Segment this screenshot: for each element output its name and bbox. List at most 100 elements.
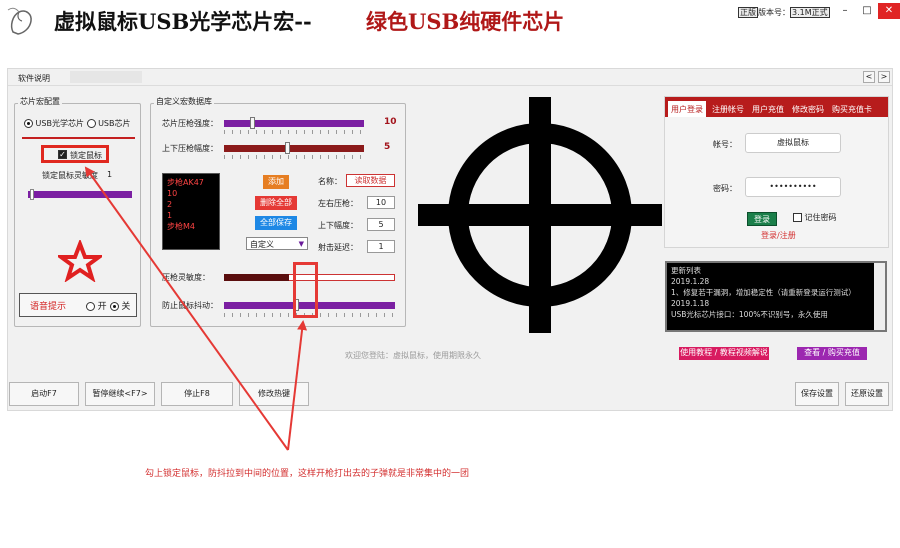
radio-usb-optical-label: USB光学芯片 — [35, 119, 84, 128]
voice-on-radio[interactable] — [85, 302, 95, 311]
voice-off-radio[interactable] — [109, 302, 119, 311]
ud-range-field[interactable]: 5 — [367, 218, 395, 231]
password-label: 密码： — [713, 184, 737, 193]
tab-register[interactable]: 注册帐号 — [709, 101, 747, 117]
login-register-link[interactable]: 登录/注册 — [761, 230, 796, 241]
login-button[interactable]: 登录 — [747, 212, 777, 226]
update-line: 2019.1.18 — [671, 299, 710, 308]
stop-button[interactable]: 停止F8 — [161, 382, 233, 406]
tab-blank[interactable] — [70, 71, 142, 83]
lr-recoil-label: 左右压枪： — [318, 199, 358, 208]
restore-settings-button[interactable]: 还原设置 — [845, 382, 889, 406]
update-list[interactable]: 更新列表 2019.1.28 1、修复若干漏洞，增加稳定性（请重新登录运行测试）… — [665, 261, 887, 332]
tab-login[interactable]: 用户登录 — [667, 100, 707, 117]
fire-delay-label: 射击延迟： — [318, 243, 358, 252]
app-title-accent: 绿色USB纯硬件芯片 — [366, 9, 565, 34]
macro-list[interactable]: 步枪AK47 10 2 1 步枪M4 — [162, 173, 220, 250]
remember-password: 记住密码 — [793, 212, 837, 223]
tab-nav: < > — [863, 71, 890, 83]
list-item[interactable]: 步枪M4 — [167, 221, 215, 232]
pause-resume-button[interactable]: 暂停继续<F7> — [85, 382, 155, 406]
recoil-strength-value: 10 — [384, 117, 397, 127]
save-settings-button[interactable]: 保存设置 — [795, 382, 839, 406]
star-icon — [58, 240, 102, 282]
license-badge: 正版 — [738, 7, 758, 18]
remember-password-label: 记住密码 — [804, 213, 837, 222]
save-all-button[interactable]: 全部保存 — [255, 216, 297, 230]
chip-config-title: 芯片宏配置 — [18, 96, 62, 107]
list-item[interactable]: 步枪AK47 — [167, 177, 215, 188]
recoil-strength-label: 芯片压枪强度： — [162, 119, 218, 128]
chevron-down-icon: ▼ — [298, 240, 304, 248]
start-button[interactable]: 启动F7 — [9, 382, 79, 406]
tab-recharge[interactable]: 用户充值 — [749, 101, 787, 117]
fire-delay-field[interactable]: 1 — [367, 240, 395, 253]
welcome-text: 欢迎您登陆：虚拟鼠标，使用期限永久 — [345, 351, 481, 360]
divider — [22, 137, 135, 139]
version-info: 正版 版本号： 3.1M正式 — [738, 7, 830, 18]
recoil-strength-track[interactable] — [224, 120, 364, 127]
macro-database-title: 自定义宏数据库 — [154, 96, 214, 107]
minimize-button[interactable]: – — [834, 3, 856, 19]
tutorial-button[interactable]: 使用教程 / 教程视频解说 — [679, 347, 769, 360]
updown-range-track[interactable] — [224, 145, 364, 152]
password-field[interactable]: •••••••••• — [745, 177, 841, 197]
add-macro-button[interactable]: 添加 — [263, 175, 289, 189]
name-label: 名称： — [318, 177, 342, 186]
voice-prompt-box: 语音提示 开 关 — [19, 293, 137, 317]
delete-all-button[interactable]: 删除全部 — [255, 196, 297, 210]
chip-type-radios: USB光学芯片 USB芯片 — [24, 118, 130, 129]
anti-shake-label: 防止鼠标抖动： — [162, 301, 218, 310]
tab-buy-card[interactable]: 购买充值卡 — [829, 101, 875, 117]
account-label: 帐号： — [713, 140, 737, 149]
annotation-text: 勾上锁定鼠标，防抖拉到中间的位置，这样开枪打出去的子弹就是非常集中的一团 — [145, 469, 470, 479]
recoil-sensitivity-label: 压枪灵敏度： — [162, 273, 210, 282]
lock-mouse-checkbox[interactable]: ✓ — [58, 150, 67, 159]
version-value: 3.1M正式 — [790, 7, 830, 18]
update-title: 更新列表 — [671, 266, 701, 275]
macro-type-select[interactable]: 自定义 ▼ — [246, 237, 308, 250]
name-field[interactable]: 读取数据 — [346, 174, 395, 187]
lock-sensitivity-thumb[interactable] — [30, 189, 35, 200]
updown-range-ticks — [224, 155, 364, 159]
mouse-logo-icon — [7, 7, 32, 35]
updown-range-value: 5 — [384, 142, 391, 152]
tab-next-button[interactable]: > — [878, 71, 890, 83]
updown-range-label: 上下压枪幅度： — [162, 144, 218, 153]
edit-hotkey-button[interactable]: 修改热键 — [239, 382, 309, 406]
voice-on-label: 开 — [97, 302, 107, 312]
account-field[interactable]: 虚拟鼠标 — [745, 133, 841, 153]
update-line: USB光标芯片接口：100%不识别号，永久使用 — [671, 310, 828, 319]
update-line: 2019.1.28 — [671, 277, 710, 286]
tab-help[interactable]: 软件说明 — [18, 73, 50, 84]
lock-sensitivity-value: 1 — [107, 170, 113, 179]
lock-sensitivity-slider[interactable] — [28, 191, 132, 198]
ud-range-label: 上下幅度： — [318, 221, 358, 230]
radio-usb-normal[interactable] — [86, 119, 96, 128]
radio-usb-optical[interactable] — [24, 119, 33, 128]
crosshair-target-icon — [418, 97, 662, 333]
lock-mouse-highlight: ✓ 锁定鼠标 — [41, 145, 109, 163]
login-tabs: 用户登录 注册帐号 用户充值 修改密码 购买充值卡 — [665, 97, 888, 117]
list-item[interactable]: 10 — [167, 188, 215, 199]
lr-recoil-field[interactable]: 10 — [367, 196, 395, 209]
list-item[interactable]: 2 — [167, 199, 215, 210]
list-item[interactable]: 1 — [167, 210, 215, 221]
recoil-strength-thumb[interactable] — [250, 117, 255, 129]
version-label: 版本号： — [758, 8, 790, 17]
close-button[interactable]: ✕ — [878, 3, 900, 19]
voice-off-label: 关 — [121, 302, 131, 312]
app-title: 虚拟鼠标USB光学芯片宏-- — [54, 9, 312, 34]
updown-range-thumb[interactable] — [285, 142, 290, 154]
remember-password-checkbox[interactable] — [793, 213, 802, 222]
maximize-button[interactable]: □ — [856, 3, 878, 19]
window-controls: – □ ✕ — [834, 3, 900, 19]
update-line: 1、修复若干漏洞，增加稳定性（请重新登录运行测试） — [671, 288, 856, 297]
recoil-strength-ticks — [224, 130, 364, 134]
tab-prev-button[interactable]: < — [863, 71, 875, 83]
voice-prompt-label: 语音提示 — [30, 302, 67, 312]
tab-change-password[interactable]: 修改密码 — [789, 101, 827, 117]
buy-button[interactable]: 查看 / 购买充值 — [797, 347, 867, 360]
radio-usb-normal-label: USB芯片 — [98, 119, 131, 128]
update-list-scrollbar[interactable] — [874, 263, 885, 330]
